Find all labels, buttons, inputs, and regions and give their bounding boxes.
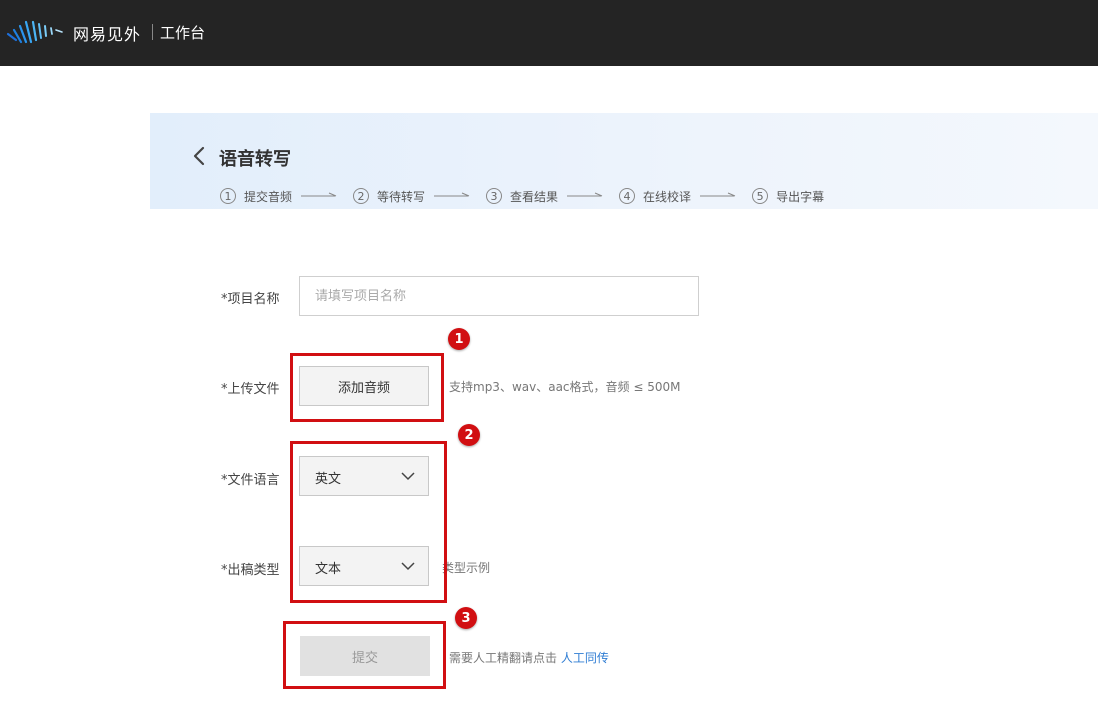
annotation-badge-1: 1 [448,328,470,350]
output-type-label: *出稿类型 [221,563,280,578]
step-wait-transcribe: 2 等待转写 [353,188,486,205]
brand-divider [152,24,153,40]
step-arrow-icon [434,192,470,197]
step-number: 5 [752,188,769,204]
brand-name[interactable]: 网易见外 [73,21,141,45]
annotation-box-1 [290,353,444,422]
step-arrow-icon [301,192,337,197]
annotation-badge-3: 3 [455,607,477,629]
step-view-result: 3 查看结果 [486,188,619,205]
step-export-subtitles: 5 导出字幕 [752,188,824,205]
step-label: 等待转写 [377,189,426,204]
step-label: 在线校译 [643,189,692,204]
manual-translation-hint-text: 需要人工精翻请点击 [449,651,558,665]
annotation-box-2 [290,441,447,603]
output-type-example-link[interactable]: 类型示例 [442,559,490,576]
step-number: 1 [220,188,236,204]
step-label: 提交音频 [244,189,293,204]
page-title: 语音转写 [219,149,291,170]
upload-file-label: *上传文件 [221,382,280,397]
step-label: 查看结果 [510,189,559,204]
annotation-box-3 [283,621,446,689]
project-name-label: *项目名称 [221,292,280,307]
netease-jianwai-logo-icon[interactable] [6,18,64,46]
upload-format-hint: 支持mp3、wav、aac格式，音频 ≤ 500M [449,380,681,394]
back-arrow-icon[interactable] [190,145,210,167]
step-number: 3 [486,188,503,204]
step-number: 4 [619,188,636,204]
progress-steps: 1 提交音频 2 等待转写 3 查看结果 4 在线校译 5 导出字幕 [220,186,824,206]
step-number: 2 [353,188,370,204]
step-arrow-icon [700,192,736,197]
annotation-badge-2: 2 [458,424,480,446]
step-online-proofread: 4 在线校译 [619,188,752,205]
manual-translation-hint: 需要人工精翻请点击 人工同传 [449,649,609,666]
workbench-link[interactable]: 工作台 [160,22,205,43]
project-name-input[interactable] [299,276,699,316]
step-submit-audio: 1 提交音频 [220,188,353,205]
file-language-label: *文件语言 [221,473,280,488]
manual-interpretation-link[interactable]: 人工同传 [561,651,609,665]
top-bar: 网易见外 工作台 [0,0,1098,66]
step-arrow-icon [567,192,603,197]
step-label: 导出字幕 [776,189,825,204]
